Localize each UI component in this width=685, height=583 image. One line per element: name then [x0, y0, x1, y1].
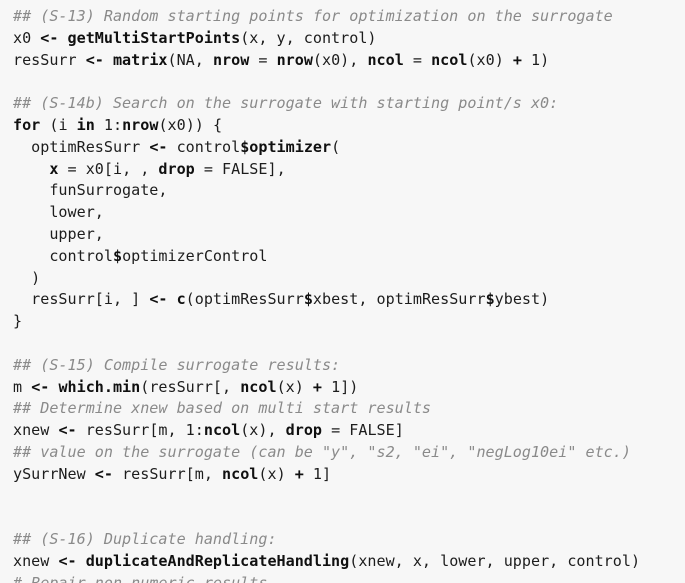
- code-line: optimResSurr <- control$optimizer(: [13, 137, 340, 159]
- code-line: m <- which.min(resSurr[, ncol(x) + 1]): [13, 377, 358, 399]
- code-token: control: [13, 246, 113, 265]
- code-token: (: [331, 137, 341, 156]
- code-token-bold: <- which.min: [31, 377, 141, 396]
- code-line: x0 <- getMultiStartPoints(x, y, control): [13, 28, 377, 50]
- code-token: (i: [40, 116, 77, 134]
- code-token-bold: <-: [149, 137, 168, 156]
- code-line: xnew <- duplicateAndReplicateHandling(xn…: [13, 551, 640, 573]
- code-line: resSurr <- matrix(NA, nrow = nrow(x0), n…: [13, 50, 549, 72]
- code-line: upper,: [13, 224, 104, 246]
- code-line: control$optimizerControl: [13, 246, 267, 268]
- code-comment-line: ## (S-16) Duplicate handling:: [13, 530, 277, 549]
- code-comment-line: ## (S-15) Compile surrogate results:: [13, 355, 341, 374]
- code-token-bold: <- duplicateAndReplicateHandling: [58, 552, 350, 570]
- code-token: (xnew, x, lower, upper, control): [349, 552, 641, 570]
- code-token: 1): [521, 50, 550, 69]
- code-token: xnew: [13, 552, 59, 570]
- code-token: resSurr: [13, 50, 86, 69]
- code-line: funSurrogate,: [13, 180, 167, 202]
- code-token: 1]: [303, 464, 332, 483]
- code-comment-line: ## value on the surrogate (can be "y", "…: [13, 443, 631, 461]
- code-token-bold: nrow: [276, 50, 313, 69]
- code-token: ): [13, 268, 41, 287]
- code-token: = FALSE]: [322, 421, 404, 440]
- code-token: lower,: [13, 203, 104, 222]
- code-token: (optimResSurr: [185, 290, 304, 309]
- code-token-bold: +: [312, 377, 323, 396]
- code-token-bold: for: [13, 116, 41, 134]
- code-token: =: [249, 50, 277, 69]
- code-token-bold: $: [112, 246, 123, 265]
- code-token: upper,: [13, 225, 104, 243]
- code-token: (NA,: [167, 50, 213, 69]
- code-token: funSurrogate,: [13, 181, 168, 200]
- code-line: lower,: [13, 202, 104, 224]
- code-token: m: [13, 377, 32, 396]
- code-token-bold: $: [485, 290, 495, 309]
- code-comment-line: # Repair non-numeric results: [13, 573, 268, 583]
- code-token-bold: +: [294, 464, 304, 483]
- code-token: 1]): [322, 377, 359, 396]
- code-token: (resSurr[,: [140, 377, 241, 396]
- code-token: control: [167, 137, 241, 156]
- code-comment-line: ## (S-13) Random starting points for opt…: [13, 7, 613, 25]
- code-token-bold: ncol: [240, 377, 277, 396]
- code-line: }: [13, 311, 22, 333]
- code-token-bold: ncol: [367, 50, 404, 69]
- code-token-bold: drop: [285, 421, 323, 440]
- code-token: (x0)) {: [158, 116, 223, 134]
- code-comment-line: ## (S-14b) Search on the surrogate with …: [13, 94, 559, 113]
- code-token-bold: <-: [58, 421, 77, 440]
- code-line: ): [13, 268, 40, 290]
- code-token: optimizerControl: [122, 246, 268, 265]
- code-comment-line: ## Determine xnew based on multi start r…: [13, 399, 432, 418]
- code-token: (x): [258, 464, 295, 483]
- code-token: = x0[i, ,: [58, 159, 159, 178]
- code-token: optimResSurr: [13, 137, 150, 156]
- code-token: resSurr[m,: [112, 464, 223, 483]
- code-token: (x): [276, 377, 313, 396]
- code-token-bold: ncol: [222, 464, 259, 483]
- code-token: =: [403, 50, 432, 69]
- code-line: xnew <- resSurr[m, 1:ncol(x), drop = FAL…: [13, 420, 404, 442]
- code-token: 1:: [94, 116, 123, 134]
- code-listing: ## (S-13) Random starting points for opt…: [0, 0, 685, 583]
- code-token-bold: nrow: [212, 50, 250, 69]
- code-token: resSurr[i, ]: [13, 290, 150, 309]
- code-token: x0: [13, 28, 41, 47]
- code-token-bold: <- matrix: [85, 50, 168, 69]
- code-line: ySurrNew <- resSurr[m, ncol(x) + 1]: [13, 464, 331, 486]
- code-line: resSurr[i, ] <- c(optimResSurr$xbest, op…: [13, 289, 549, 311]
- code-token: resSurr[m, 1:: [76, 421, 204, 440]
- code-token-bold: $: [303, 290, 313, 309]
- code-token: xnew: [13, 421, 59, 440]
- code-token: = FALSE],: [194, 159, 286, 178]
- code-token-bold: ncol: [203, 421, 241, 440]
- code-token: (x0): [467, 50, 513, 69]
- code-token: xbest, optimResSurr: [312, 290, 486, 309]
- code-token: (x, y, control): [240, 28, 377, 47]
- code-token-bold: in: [76, 116, 95, 134]
- code-token-bold: <- c: [149, 290, 186, 309]
- code-token-bold: <- getMultiStartPoints: [40, 28, 241, 47]
- code-token: (x),: [240, 421, 286, 440]
- code-token: (x0),: [312, 50, 368, 69]
- code-token-bold: <-: [94, 464, 113, 483]
- code-token-bold: drop: [158, 159, 195, 178]
- code-token-bold: +: [512, 50, 522, 69]
- code-line: for (i in 1:nrow(x0)) {: [13, 115, 222, 137]
- code-token: ybest): [494, 290, 550, 309]
- code-token: ySurrNew: [13, 464, 95, 483]
- code-line: x = x0[i, , drop = FALSE],: [13, 159, 286, 181]
- code-token: }: [13, 312, 23, 331]
- code-token-bold: nrow: [122, 116, 159, 134]
- code-token-bold: ncol: [431, 50, 468, 69]
- code-token-bold: $optimizer: [240, 137, 332, 156]
